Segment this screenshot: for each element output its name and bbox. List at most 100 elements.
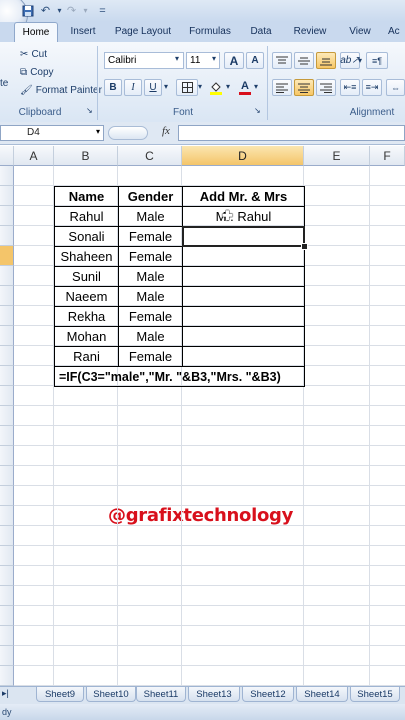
name-cell[interactable]: Sunil [54,266,119,287]
sheet-tab[interactable]: Sheet15 [350,687,400,702]
name-cell[interactable]: Sonali [54,226,119,247]
name-box[interactable]: D4 [0,125,104,141]
clipboard-dialog-launcher-icon[interactable]: ↘ [86,106,93,115]
title-cell[interactable] [182,286,305,307]
row-header[interactable] [0,666,14,686]
fill-color-button[interactable] [206,79,226,96]
italic-button[interactable]: I [124,79,142,96]
orientation-button[interactable]: ab↗ [340,52,360,69]
row-header[interactable] [0,506,14,526]
underline-dropdown-icon[interactable]: ▾ [164,82,168,91]
increase-indent-button[interactable]: ≡⇥ [362,79,382,96]
row-header[interactable] [0,606,14,626]
active-cell-selection[interactable] [182,226,305,247]
row-header[interactable] [0,246,14,266]
fill-color-dropdown-icon[interactable]: ▾ [226,82,230,91]
tab-insert[interactable]: Insert [62,22,104,42]
formula-bar-splitter[interactable] [108,126,148,140]
gender-cell[interactable]: Male [118,266,183,287]
table-header-cell[interactable]: Name [54,186,119,207]
name-cell[interactable]: Shaheen [54,246,119,267]
sheet-tab[interactable]: Sheet10 [86,687,136,702]
row-header[interactable] [0,346,14,366]
title-cell[interactable] [182,246,305,267]
tab-formulas[interactable]: Formulas [184,22,236,42]
align-bottom-button[interactable] [316,52,336,69]
customize-quick-access-icon[interactable]: = [95,3,110,18]
undo-icon[interactable]: ↶ [38,3,53,18]
title-cell[interactable] [182,346,305,367]
row-header[interactable] [0,446,14,466]
wrap-text-button[interactable]: ≡¶ [366,52,388,69]
row-header[interactable] [0,586,14,606]
tab-home[interactable]: Home [14,22,58,43]
fill-handle[interactable] [301,243,308,250]
column-header-d[interactable]: D [182,146,304,166]
row-header[interactable] [0,286,14,306]
column-header-f[interactable]: F [370,146,405,166]
row-header[interactable] [0,266,14,286]
format-painter-button[interactable]: 🖌 Format Painter [20,84,102,96]
tab-add-ins[interactable]: Ac [388,22,405,42]
row-header[interactable] [0,646,14,666]
grow-font-button[interactable]: A [224,52,244,69]
title-cell[interactable] [182,306,305,327]
column-header-a[interactable]: A [14,146,54,166]
select-all-corner[interactable] [0,146,14,166]
row-header[interactable] [0,566,14,586]
cut-button[interactable]: ✂ Cut [20,48,47,60]
underline-button[interactable]: U [144,79,162,96]
orientation-dropdown-icon[interactable]: ▾ [358,56,362,65]
borders-dropdown-icon[interactable]: ▾ [198,82,202,91]
column-header-e[interactable]: E [304,146,370,166]
font-dialog-launcher-icon[interactable]: ↘ [254,106,261,115]
font-name-combo[interactable]: Calibri [104,52,184,69]
sheet-tab[interactable]: Sheet9 [36,687,84,702]
row-header[interactable] [0,526,14,546]
align-middle-button[interactable] [294,52,314,69]
row-header[interactable] [0,206,14,226]
column-header-b[interactable]: B [54,146,118,166]
gender-cell[interactable]: Female [118,246,183,267]
row-header[interactable] [0,186,14,206]
row-header[interactable] [0,406,14,426]
row-header[interactable] [0,466,14,486]
tab-page-layout[interactable]: Page Layout [110,22,176,42]
sheet-tab[interactable]: Sheet14 [296,687,348,702]
name-cell[interactable]: Rahul [54,206,119,227]
sheet-tab[interactable]: Sheet12 [242,687,294,702]
row-header[interactable] [0,366,14,386]
row-header[interactable] [0,166,14,186]
name-cell[interactable]: Rekha [54,306,119,327]
table-header-cell[interactable]: Gender [118,186,183,207]
redo-icon[interactable]: ↷ [64,3,79,18]
gender-cell[interactable]: Male [118,206,183,227]
borders-button[interactable] [176,79,198,96]
formula-input[interactable] [178,125,405,141]
copy-button[interactable]: ⧉ Copy [20,66,54,78]
table-header-cell[interactable]: Add Mr. & Mrs [182,186,305,207]
align-left-button[interactable] [272,79,292,96]
font-name-dropdown-icon[interactable]: ▾ [175,54,179,63]
align-right-button[interactable] [316,79,336,96]
shrink-font-button[interactable]: A [246,52,264,69]
row-header[interactable] [0,546,14,566]
tab-data[interactable]: Data [244,22,278,42]
row-header[interactable] [0,426,14,446]
last-sheet-nav-icon[interactable]: ▸| [2,688,9,699]
name-cell[interactable]: Rani [54,346,119,367]
align-top-button[interactable] [272,52,292,69]
bold-button[interactable]: B [104,79,122,96]
gender-cell[interactable]: Female [118,346,183,367]
row-header[interactable] [0,626,14,646]
row-header[interactable] [0,486,14,506]
sheet-tab[interactable]: Sheet11 [136,687,186,702]
gender-cell[interactable]: Female [118,306,183,327]
title-cell[interactable] [182,266,305,287]
title-cell[interactable] [182,326,305,347]
gender-cell[interactable]: Female [118,226,183,247]
row-header[interactable] [0,306,14,326]
font-size-dropdown-icon[interactable]: ▾ [212,54,216,63]
merge-center-button[interactable]: ⇔ [386,79,405,96]
column-header-c[interactable]: C [118,146,182,166]
